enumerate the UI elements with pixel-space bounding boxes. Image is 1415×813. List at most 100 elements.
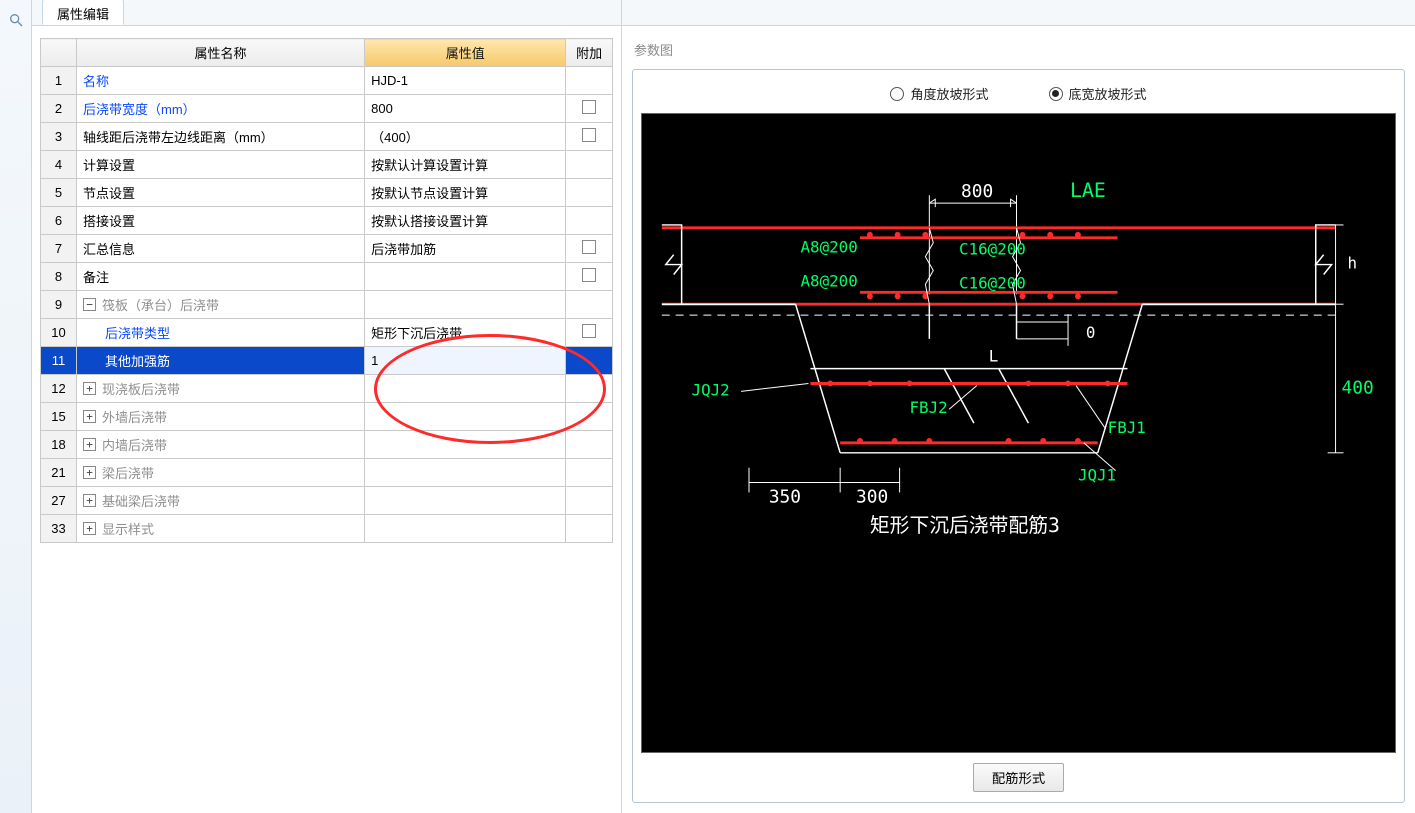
table-row[interactable]: 3轴线距后浇带左边线距离（mm）（400） <box>41 123 613 151</box>
radio-width-slope-label: 底宽放坡形式 <box>1069 84 1147 103</box>
table-row[interactable]: 33+显示样式 <box>41 515 613 543</box>
app-root: 属性编辑 属性名称 属性值 附加 1名称HJD-12后浇带宽度（mm）8003轴… <box>0 0 1415 813</box>
cell-name[interactable]: +外墙后浇带 <box>77 403 365 431</box>
expand-icon[interactable]: + <box>83 466 96 479</box>
row-number: 21 <box>41 459 77 487</box>
table-row[interactable]: 9−筏板（承台）后浇带 <box>41 291 613 319</box>
cell-addon <box>566 515 613 543</box>
radio-width-slope[interactable]: 底宽放坡形式 <box>1049 84 1147 103</box>
cell-name[interactable]: 名称 <box>77 67 365 95</box>
row-number: 11 <box>41 347 77 375</box>
checkbox[interactable] <box>582 128 596 142</box>
table-row[interactable]: 4计算设置按默认计算设置计算 <box>41 151 613 179</box>
rebar-form-button[interactable]: 配筋形式 <box>973 763 1064 792</box>
checkbox[interactable] <box>582 240 596 254</box>
cell-name[interactable]: −筏板（承台）后浇带 <box>77 291 365 319</box>
grid-header-value: 属性值 <box>365 39 566 67</box>
cell-addon <box>566 459 613 487</box>
cell-name[interactable]: +梁后浇带 <box>77 459 365 487</box>
cell-name[interactable]: +基础梁后浇带 <box>77 487 365 515</box>
label-c16-1: C16@200 <box>959 240 1026 259</box>
cell-value[interactable]: （400） <box>365 123 566 151</box>
cell-name[interactable]: 轴线距后浇带左边线距离（mm） <box>77 123 365 151</box>
grid-header-row: 属性名称 属性值 附加 <box>41 39 613 67</box>
label-a8-1: A8@200 <box>801 238 858 257</box>
cell-name[interactable]: 汇总信息 <box>77 235 365 263</box>
table-row[interactable]: 7汇总信息后浇带加筋 <box>41 235 613 263</box>
dim-h: h <box>1347 254 1357 273</box>
table-row[interactable]: 27+基础梁后浇带 <box>41 487 613 515</box>
label-c16-2: C16@200 <box>959 273 1026 292</box>
cell-name[interactable]: 计算设置 <box>77 151 365 179</box>
grid-header-addon: 附加 <box>566 39 613 67</box>
tab-strip: 属性编辑 <box>32 0 621 26</box>
row-number: 3 <box>41 123 77 151</box>
expand-icon[interactable]: + <box>83 382 96 395</box>
table-row[interactable]: 1名称HJD-1 <box>41 67 613 95</box>
diagram-caption: 矩形下沉后浇带配筋3 <box>870 514 1060 537</box>
cell-name[interactable]: 搭接设置 <box>77 207 365 235</box>
dim-800: 800 <box>961 181 993 202</box>
cell-value[interactable]: 800 <box>365 95 566 123</box>
label-a8-2: A8@200 <box>801 271 858 290</box>
table-row[interactable]: 5节点设置按默认节点设置计算 <box>41 179 613 207</box>
cell-value[interactable] <box>365 291 566 319</box>
cell-name[interactable]: 节点设置 <box>77 179 365 207</box>
cell-value[interactable]: 按默认搭接设置计算 <box>365 207 566 235</box>
cad-viewport[interactable]: 800 LAE <box>641 113 1396 753</box>
row-number: 18 <box>41 431 77 459</box>
table-row[interactable]: 6搭接设置按默认搭接设置计算 <box>41 207 613 235</box>
cell-value[interactable]: HJD-1 <box>365 67 566 95</box>
cell-value[interactable] <box>365 515 566 543</box>
cell-name[interactable]: 备注 <box>77 263 365 291</box>
annotation-oval <box>374 334 606 444</box>
cell-value[interactable]: 按默认计算设置计算 <box>365 151 566 179</box>
cell-name[interactable]: 后浇带类型 <box>77 319 365 347</box>
label-L: L <box>989 347 999 366</box>
row-number: 4 <box>41 151 77 179</box>
row-number: 8 <box>41 263 77 291</box>
cell-addon <box>566 67 613 95</box>
cell-name[interactable]: +内墙后浇带 <box>77 431 365 459</box>
label-jqj1: JQJ1 <box>1078 466 1116 485</box>
checkbox[interactable] <box>582 324 596 338</box>
collapse-icon[interactable]: − <box>83 298 96 311</box>
expand-icon[interactable]: + <box>83 438 96 451</box>
label-fbj2: FBJ2 <box>910 398 948 417</box>
checkbox[interactable] <box>582 268 596 282</box>
cell-addon <box>566 123 613 151</box>
link[interactable]: 名称 <box>83 71 109 90</box>
table-row[interactable]: 8备注 <box>41 263 613 291</box>
cell-value[interactable] <box>365 459 566 487</box>
cell-value[interactable]: 后浇带加筋 <box>365 235 566 263</box>
search-icon[interactable] <box>6 10 26 30</box>
row-number: 6 <box>41 207 77 235</box>
radio-angle-slope[interactable]: 角度放坡形式 <box>890 84 988 103</box>
cell-name[interactable]: 其他加强筋 <box>77 347 365 375</box>
link[interactable]: 后浇带宽度（mm） <box>83 99 196 118</box>
row-number: 7 <box>41 235 77 263</box>
grid-header-name: 属性名称 <box>77 39 365 67</box>
cell-addon <box>566 207 613 235</box>
cell-value[interactable] <box>365 263 566 291</box>
radio-angle-slope-label: 角度放坡形式 <box>910 84 988 103</box>
table-row[interactable]: 21+梁后浇带 <box>41 459 613 487</box>
link[interactable]: 后浇带类型 <box>105 323 170 342</box>
cell-value[interactable] <box>365 487 566 515</box>
label-fbj1: FBJ1 <box>1108 418 1146 437</box>
cell-value[interactable]: 按默认节点设置计算 <box>365 179 566 207</box>
slope-radio-row: 角度放坡形式 底宽放坡形式 <box>641 78 1396 113</box>
row-number: 9 <box>41 291 77 319</box>
expand-icon[interactable]: + <box>83 494 96 507</box>
row-number: 10 <box>41 319 77 347</box>
cell-name[interactable]: +现浇板后浇带 <box>77 375 365 403</box>
table-row[interactable]: 2后浇带宽度（mm）800 <box>41 95 613 123</box>
cell-name[interactable]: +显示样式 <box>77 515 365 543</box>
row-number: 33 <box>41 515 77 543</box>
cell-name[interactable]: 后浇带宽度（mm） <box>77 95 365 123</box>
expand-icon[interactable]: + <box>83 410 96 423</box>
tab-properties[interactable]: 属性编辑 <box>42 0 124 25</box>
checkbox[interactable] <box>582 100 596 114</box>
row-number: 12 <box>41 375 77 403</box>
expand-icon[interactable]: + <box>83 522 96 535</box>
